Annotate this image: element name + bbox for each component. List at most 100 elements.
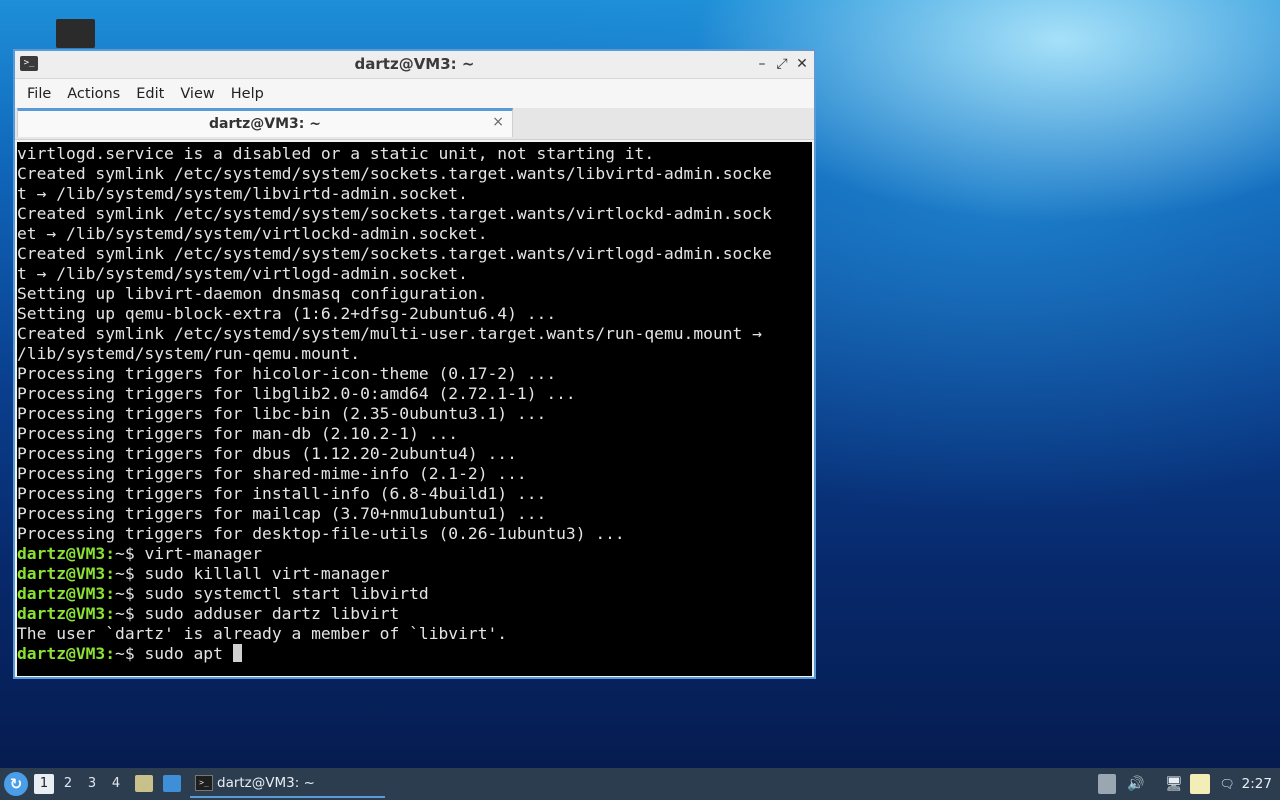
terminal-output-line: Created symlink /etc/systemd/system/sock… — [17, 244, 812, 264]
menu-file[interactable]: File — [19, 86, 59, 102]
line-text: sudo systemctl start libvirtd — [144, 584, 429, 603]
close-button[interactable]: ✕ — [792, 54, 812, 74]
workspace-4[interactable]: 4 — [106, 774, 126, 794]
prompt-sign: $ — [124, 604, 145, 623]
line-text: Processing triggers for mailcap (3.70+nm… — [17, 504, 547, 523]
prompt-sign: $ — [124, 644, 145, 663]
menu-edit[interactable]: Edit — [128, 86, 172, 102]
terminal-output-line: Created symlink /etc/systemd/system/sock… — [17, 164, 812, 184]
text-cursor — [232, 644, 242, 662]
prompt-path: ~ — [115, 644, 125, 663]
terminal-output-line: t → /lib/systemd/system/libvirtd-admin.s… — [17, 184, 812, 204]
line-text: sudo apt — [144, 644, 233, 663]
prompt-path: ~ — [115, 604, 125, 623]
prompt: dartz@VM3: — [17, 604, 116, 623]
clipboard-icon[interactable] — [1190, 774, 1210, 794]
terminal-output-line: Processing triggers for libc-bin (2.35-0… — [17, 404, 812, 424]
menu-help[interactable]: Help — [223, 86, 272, 102]
terminal-output-line: virtlogd.service is a disabled or a stat… — [17, 144, 812, 164]
line-text: Processing triggers for man-db (2.10.2-1… — [17, 424, 459, 443]
window-title: dartz@VM3: ~ — [354, 55, 475, 73]
tab-terminal[interactable]: dartz@VM3: ~ × — [17, 108, 513, 137]
prompt: dartz@VM3: — [17, 584, 116, 603]
terminal-output-line: Processing triggers for install-info (6.… — [17, 484, 812, 504]
prompt-path: ~ — [115, 544, 125, 563]
taskbar: ↻ 1 2 3 4 >_ dartz@VM3: ~ 🔊 🖥 🗨 2:27 — [0, 768, 1280, 800]
terminal-output-line: Processing triggers for hicolor-icon-the… — [17, 364, 812, 384]
workspace-3[interactable]: 3 — [82, 774, 102, 794]
desktop-icon[interactable] — [56, 19, 95, 48]
line-text: Setting up libvirt-daemon dnsmasq config… — [17, 284, 488, 303]
terminal-output-line: Processing triggers for desktop-file-uti… — [17, 524, 812, 544]
terminal-output-line: Processing triggers for shared-mime-info… — [17, 464, 812, 484]
prompt-sign: $ — [124, 564, 145, 583]
terminal-output-line: Setting up libvirt-daemon dnsmasq config… — [17, 284, 812, 304]
menu-bar: File Actions Edit View Help — [15, 79, 814, 108]
terminal-window: >_ dartz@VM3: ~ – ⤢ ✕ File Actions Edit … — [13, 49, 816, 679]
line-text: /lib/systemd/system/run-qemu.mount. — [17, 344, 361, 363]
line-text: The user `dartz' is already a member of … — [17, 624, 508, 643]
line-text: et → /lib/systemd/system/virtlockd-admin… — [17, 224, 488, 243]
line-text: Processing triggers for hicolor-icon-the… — [17, 364, 557, 383]
terminal-command-line: dartz@VM3:~$ virt-manager — [17, 544, 812, 564]
line-text: Created symlink /etc/systemd/system/sock… — [17, 164, 772, 183]
terminal-output-line: /lib/systemd/system/run-qemu.mount. — [17, 344, 812, 364]
terminal-output-line: The user `dartz' is already a member of … — [17, 624, 812, 644]
line-text: Created symlink /etc/systemd/system/sock… — [17, 244, 772, 263]
line-text: t → /lib/systemd/system/virtlogd-admin.s… — [17, 264, 468, 283]
menu-view[interactable]: View — [172, 86, 222, 102]
tab-bar: dartz@VM3: ~ × — [15, 108, 814, 140]
prompt: dartz@VM3: — [17, 564, 116, 583]
terminal-output-line: Processing triggers for dbus (1.12.20-2u… — [17, 444, 812, 464]
line-text: Processing triggers for desktop-file-uti… — [17, 524, 625, 543]
terminal-output-line: Setting up qemu-block-extra (1:6.2+dfsg-… — [17, 304, 812, 324]
volume-icon[interactable]: 🔊 — [1126, 774, 1146, 794]
taskbar-task-terminal[interactable]: >_ dartz@VM3: ~ — [190, 770, 385, 798]
line-text: Processing triggers for libc-bin (2.35-0… — [17, 404, 547, 423]
line-text: Processing triggers for dbus (1.12.20-2u… — [17, 444, 517, 463]
terminal-output-line: Processing triggers for man-db (2.10.2-1… — [17, 424, 812, 444]
terminal-command-line: dartz@VM3:~$ sudo apt — [17, 644, 812, 664]
maximize-button[interactable]: ⤢ — [772, 54, 792, 74]
line-text: Created symlink /etc/systemd/system/mult… — [17, 324, 762, 343]
network-icon[interactable]: 🖥 — [1163, 774, 1185, 794]
minimize-button[interactable]: – — [752, 54, 772, 74]
line-text: virtlogd.service is a disabled or a stat… — [17, 144, 655, 163]
line-text: sudo adduser dartz libvirt — [144, 604, 400, 623]
line-text: Setting up qemu-block-extra (1:6.2+dfsg-… — [17, 304, 557, 323]
line-text: Processing triggers for install-info (6.… — [17, 484, 547, 503]
terminal-output-line: et → /lib/systemd/system/virtlockd-admin… — [17, 224, 812, 244]
terminal-output-line: Processing triggers for mailcap (3.70+nm… — [17, 504, 812, 524]
file-manager-icon[interactable] — [135, 775, 153, 792]
workspace-2[interactable]: 2 — [58, 774, 78, 794]
tab-close-icon[interactable]: × — [492, 114, 504, 130]
show-desktop-icon[interactable] — [163, 775, 181, 792]
prompt-path: ~ — [115, 564, 125, 583]
start-menu-icon[interactable]: ↻ — [4, 772, 28, 796]
workspace-1[interactable]: 1 — [34, 774, 54, 794]
line-text: Created symlink /etc/systemd/system/sock… — [17, 204, 772, 223]
terminal-output-line: t → /lib/systemd/system/virtlogd-admin.s… — [17, 264, 812, 284]
clock[interactable]: 2:27 — [1242, 768, 1272, 800]
terminal-output-line: Created symlink /etc/systemd/system/sock… — [17, 204, 812, 224]
updates-icon[interactable] — [1098, 774, 1116, 794]
prompt: dartz@VM3: — [17, 544, 116, 563]
terminal-task-icon: >_ — [195, 775, 213, 791]
terminal-command-line: dartz@VM3:~$ sudo killall virt-manager — [17, 564, 812, 584]
prompt-sign: $ — [124, 544, 145, 563]
terminal-output-line: Created symlink /etc/systemd/system/mult… — [17, 324, 812, 344]
terminal-output-line: Processing triggers for libglib2.0-0:amd… — [17, 384, 812, 404]
terminal-output: virtlogd.service is a disabled or a stat… — [17, 142, 812, 664]
terminal-area[interactable]: virtlogd.service is a disabled or a stat… — [17, 142, 812, 676]
task-label: dartz@VM3: ~ — [217, 775, 315, 791]
line-text: Processing triggers for libglib2.0-0:amd… — [17, 384, 576, 403]
line-text: Processing triggers for shared-mime-info… — [17, 464, 527, 483]
prompt-path: ~ — [115, 584, 125, 603]
notification-icon[interactable]: 🗨 — [1216, 774, 1238, 794]
menu-actions[interactable]: Actions — [59, 86, 128, 102]
title-bar[interactable]: >_ dartz@VM3: ~ – ⤢ ✕ — [15, 51, 814, 79]
line-text: t → /lib/systemd/system/libvirtd-admin.s… — [17, 184, 468, 203]
prompt-sign: $ — [124, 584, 145, 603]
prompt: dartz@VM3: — [17, 644, 116, 663]
terminal-command-line: dartz@VM3:~$ sudo systemctl start libvir… — [17, 584, 812, 604]
